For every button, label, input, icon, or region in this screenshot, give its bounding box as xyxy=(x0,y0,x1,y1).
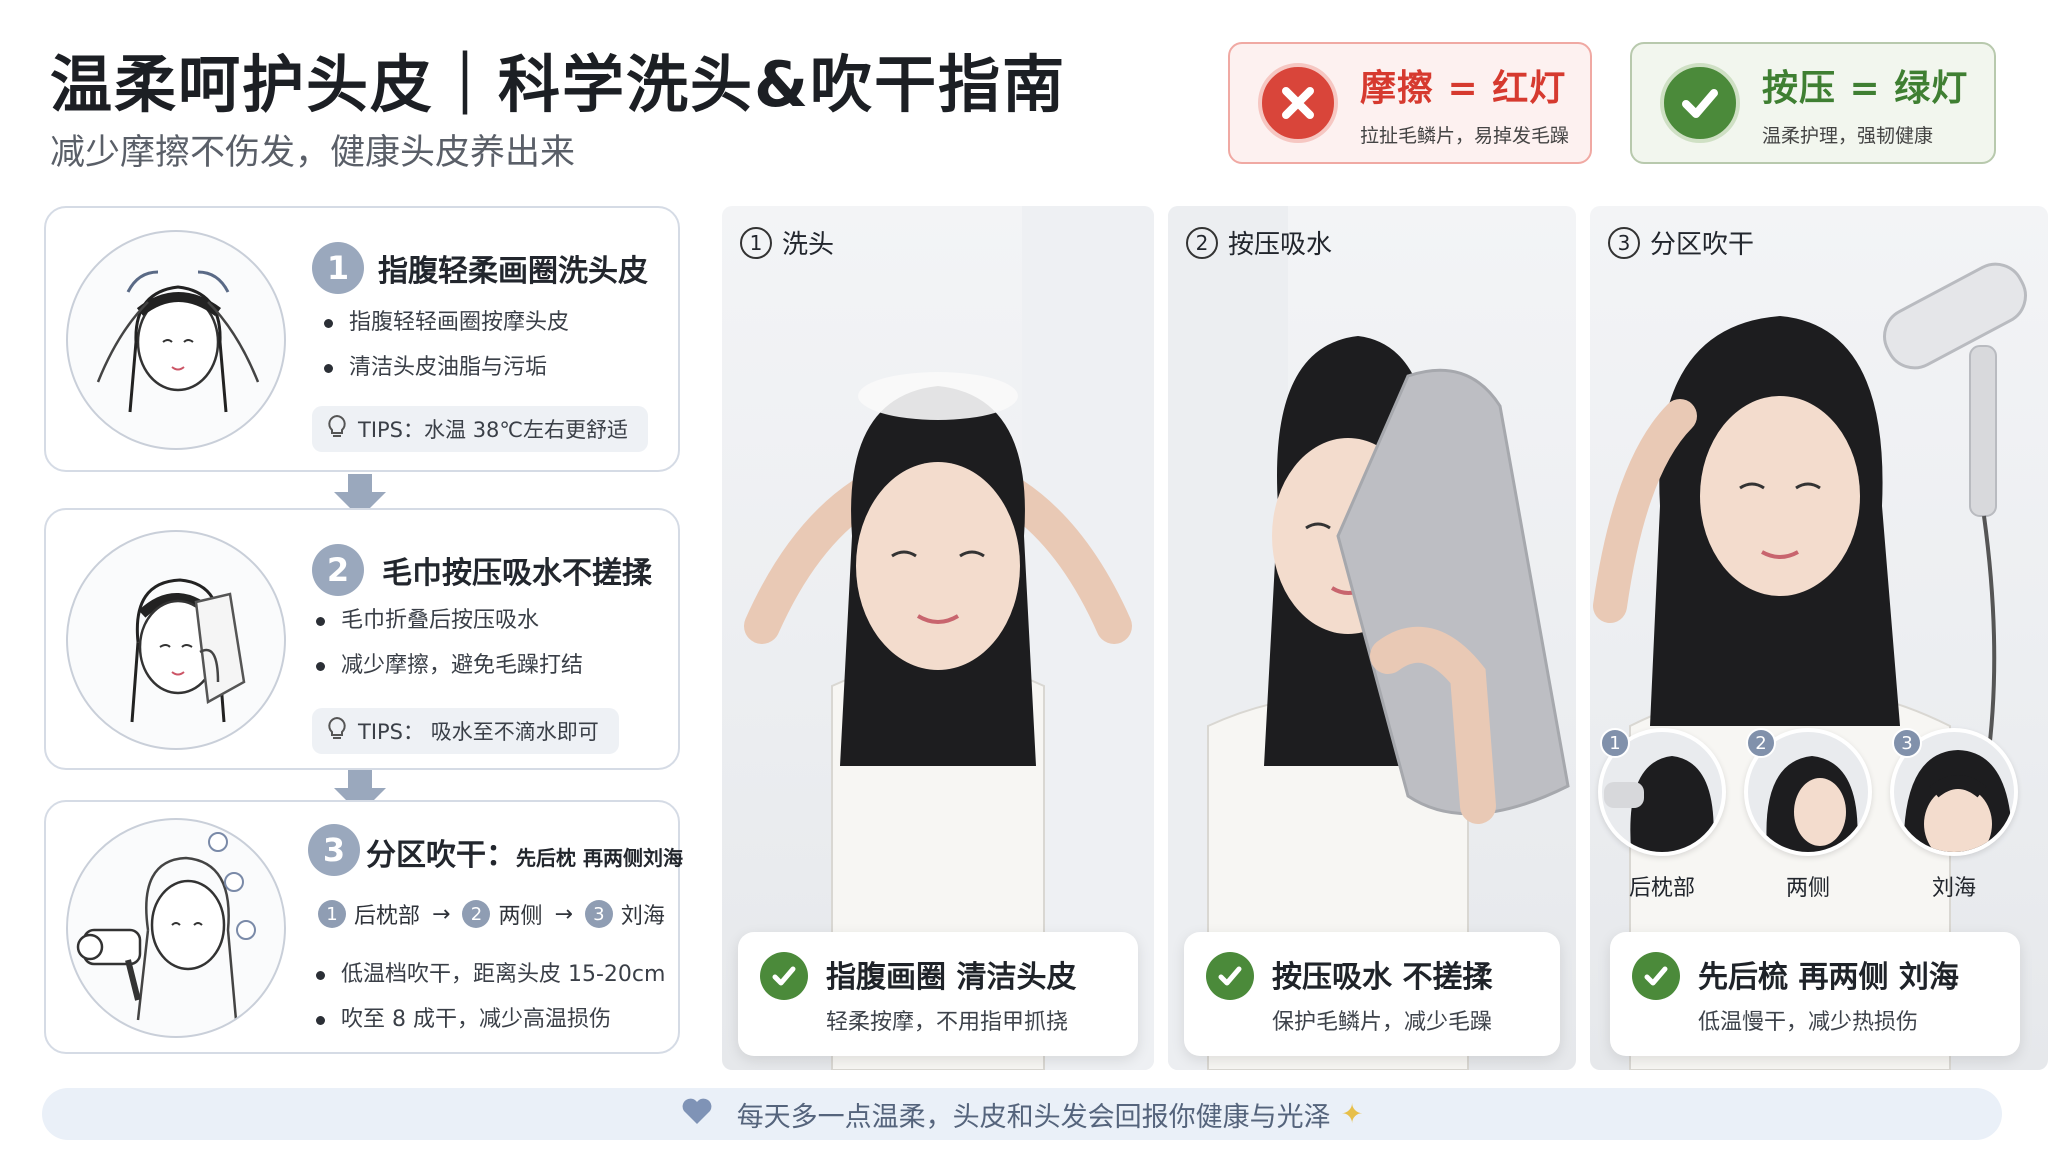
step-title-note: 先后枕 再两侧刘海 xyxy=(516,846,683,870)
arrow-right-icon: → xyxy=(554,901,573,927)
step-card-2: 2 毛巾按压吸水不搓揉 毛巾折叠后按压吸水 减少摩擦，避免毛躁打结 TIPS： … xyxy=(44,508,680,770)
wash-illustration xyxy=(66,230,286,450)
list-item: 清洁头皮油脂与污垢 xyxy=(324,345,569,390)
step-bullets: 低温档吹干，距离头皮 15-20cm 吹至 8 成干，减少高温损伤 xyxy=(316,952,665,1042)
legend-bad: 摩擦 = 红灯 拉扯毛鳞片，易掉发毛躁 xyxy=(1228,42,1592,164)
footer-text: 每天多一点温柔，头皮和头发会回报你健康与光泽 xyxy=(736,1101,1331,1133)
panel-label: 2 按压吸水 xyxy=(1186,224,1332,261)
check-icon xyxy=(1632,952,1680,1000)
caption-subtitle: 保护毛鳞片，减少毛躁 xyxy=(1272,1010,1493,1035)
photo-panel-towel: 2 按压吸水 按压吸水 不搓揉 保护毛鳞片，减少毛躁 xyxy=(1168,206,1576,1070)
step-number: 3 xyxy=(308,824,360,876)
list-item: 指腹轻轻画圈按摩头皮 xyxy=(324,300,569,345)
zone-number: 2 xyxy=(1746,728,1776,758)
step-title: 分区吹干：先后枕 再两侧刘海 xyxy=(366,838,683,873)
legend-bad-title: 摩擦 = 红灯 xyxy=(1360,67,1567,109)
step-title: 指腹轻柔画圈洗头皮 xyxy=(378,254,648,289)
panel-label: 3 分区吹干 xyxy=(1608,224,1754,261)
list-item: 减少摩擦，避免毛躁打结 xyxy=(316,643,583,688)
step-bullets: 指腹轻轻画圈按摩头皮 清洁头皮油脂与污垢 xyxy=(324,300,569,390)
caption-subtitle: 低温慢干，减少热损伤 xyxy=(1698,1010,1919,1035)
panel-label: 1 洗头 xyxy=(740,224,834,261)
page-subtitle: 减少摩擦不伤发，健康头皮养出来 xyxy=(50,133,576,173)
sparkle-icon: ✦ xyxy=(1340,1098,1364,1130)
check-icon xyxy=(760,952,808,1000)
list-item: 吹至 8 成干，减少高温损伤 xyxy=(316,997,665,1042)
check-icon xyxy=(1660,63,1740,143)
footer-banner: 每天多一点温柔，头皮和头发会回报你健康与光泽 ✦ xyxy=(42,1088,2002,1140)
caption-title: 按压吸水 不搓揉 xyxy=(1272,960,1493,995)
step-title: 毛巾按压吸水不搓揉 xyxy=(382,556,652,591)
step-bullets: 毛巾折叠后按压吸水 减少摩擦，避免毛躁打结 xyxy=(316,598,583,688)
tips-box: TIPS：水温 38℃左右更舒适 xyxy=(312,406,648,452)
caption-subtitle: 轻柔按摩，不用指甲抓挠 xyxy=(826,1010,1069,1035)
lightbulb-icon xyxy=(326,716,348,747)
step-number: 2 xyxy=(312,544,364,596)
zone-number: 3 xyxy=(1892,728,1922,758)
check-icon xyxy=(1206,952,1254,1000)
page-title: 温柔呵护头皮｜科学洗头&吹干指南 xyxy=(50,48,1067,121)
legend-good-title: 按压 = 绿灯 xyxy=(1762,67,1969,109)
caption-card: 指腹画圈 清洁头皮 轻柔按摩，不用指甲抓挠 xyxy=(738,932,1138,1056)
list-item: 毛巾折叠后按压吸水 xyxy=(316,598,583,643)
lightbulb-icon xyxy=(326,414,348,445)
towel-illustration xyxy=(66,530,286,750)
dry-sequence: 1 后枕部 → 2 两侧 → 3 刘海 xyxy=(318,898,665,930)
zone-label: 两侧 xyxy=(1785,876,1830,901)
legend-good-desc: 温柔护理，强韧健康 xyxy=(1762,124,1934,147)
x-icon xyxy=(1258,63,1338,143)
zone-label: 后枕部 xyxy=(1628,876,1695,901)
photo-panel-dry: 3 分区吹干 1 后枕部 2 两侧 3 刘海 先后梳 再两侧 刘海 低温慢干，减少… xyxy=(1590,206,2048,1070)
tips-box: TIPS： 吸水至不滴水即可 xyxy=(312,708,619,754)
caption-title: 先后梳 再两侧 刘海 xyxy=(1698,960,1959,995)
step-card-1: 1 指腹轻柔画圈洗头皮 指腹轻轻画圈按摩头皮 清洁头皮油脂与污垢 TIPS：水温… xyxy=(44,206,680,472)
caption-card: 先后梳 再两侧 刘海 低温慢干，减少热损伤 xyxy=(1610,932,2020,1056)
caption-title: 指腹画圈 清洁头皮 xyxy=(826,960,1077,995)
step-number: 1 xyxy=(312,242,364,294)
list-item: 低温档吹干，距离头皮 15-20cm xyxy=(316,952,665,997)
photo-panel-wash: 1 洗头 指腹画圈 清洁头皮 轻柔按摩，不用指甲抓挠 xyxy=(722,206,1154,1070)
step-card-3: 3 分区吹干：先后枕 再两侧刘海 1 后枕部 → 2 两侧 → 3 刘海 低温档吹干，… xyxy=(44,800,683,1054)
zone-number: 1 xyxy=(1600,728,1630,758)
zone-label: 刘海 xyxy=(1931,876,1976,901)
dryer-illustration xyxy=(66,818,286,1038)
legend-bad-desc: 拉扯毛鳞片，易掉发毛躁 xyxy=(1360,124,1570,147)
caption-card: 按压吸水 不搓揉 保护毛鳞片，减少毛躁 xyxy=(1184,932,1560,1056)
legend-good: 按压 = 绿灯 温柔护理，强韧健康 xyxy=(1630,42,1996,164)
heart-icon xyxy=(681,1097,713,1132)
arrow-right-icon: → xyxy=(432,901,451,927)
